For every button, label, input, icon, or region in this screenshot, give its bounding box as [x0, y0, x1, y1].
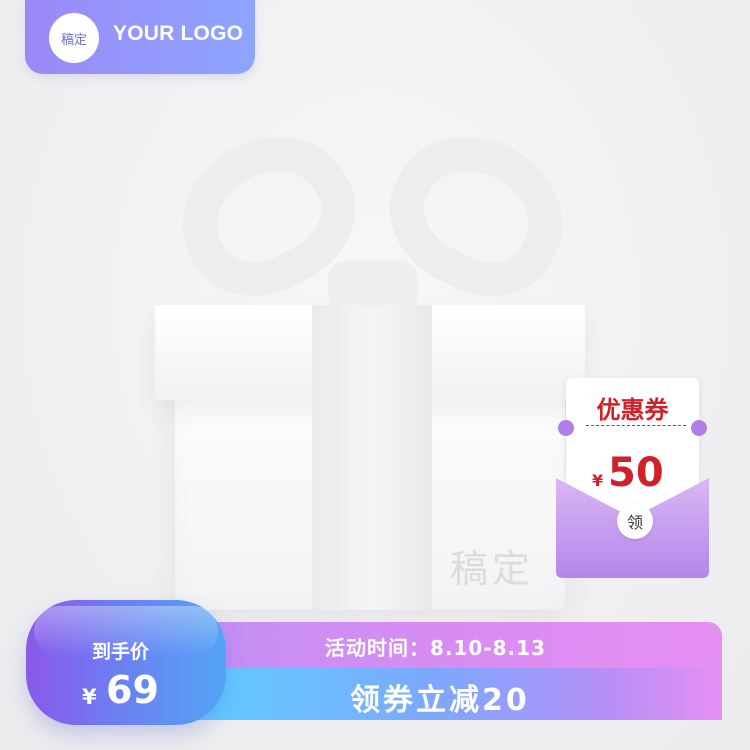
price-value: 69	[106, 668, 159, 712]
price-label: 到手价	[92, 641, 150, 663]
coupon-currency: ¥	[592, 471, 604, 490]
price-currency: ¥	[82, 685, 97, 709]
coupon-card[interactable]: 优惠券 ¥ 50 领	[556, 378, 709, 578]
activity-time-text: 活动时间：8.10-8.13	[325, 636, 546, 660]
logo-mark: 稿定	[49, 13, 99, 63]
promo-banner: 活动时间：8.10-8.13 领券立减20	[185, 622, 722, 720]
coupon-notch-right	[691, 420, 707, 436]
coupon-title: 优惠券	[596, 396, 669, 424]
logo-text: YOUR LOGO	[113, 22, 244, 45]
coupon-amount: 50	[608, 450, 664, 496]
gift-box-illustration: 稿定	[150, 107, 600, 620]
promo-text: 领券立减20	[350, 683, 530, 718]
price-badge: 到手价 ¥ 69	[26, 600, 226, 725]
brand-logo-tab: 稿定 YOUR LOGO	[25, 0, 255, 74]
coupon-divider	[586, 425, 686, 426]
claim-coupon-button[interactable]: 领	[617, 503, 653, 539]
gift-ribbon	[312, 305, 432, 610]
coupon-notch-left	[558, 420, 574, 436]
product-stage: 稿定 YOUR LOGO 稿定 优惠券 ¥ 50 领 活动时间：8.10-8.1…	[0, 0, 750, 750]
watermark: 稿定	[450, 547, 535, 591]
